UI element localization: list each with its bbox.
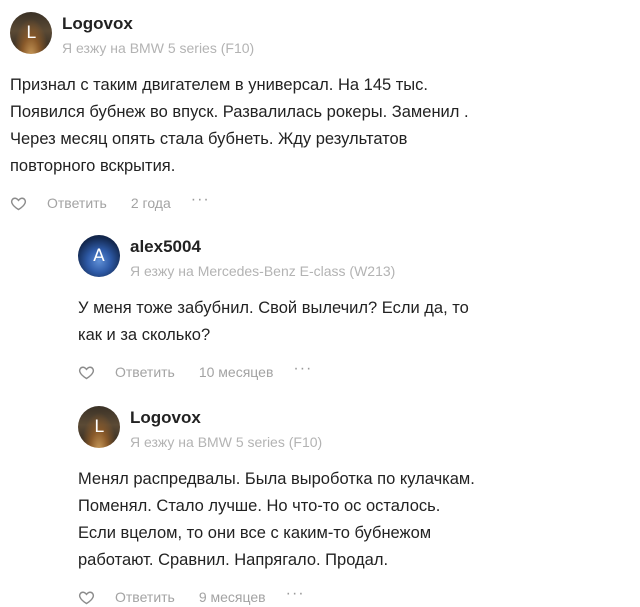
author-meta: Logovox Я езжу на BMW 5 series (F10) xyxy=(62,12,254,58)
reply-button[interactable]: Ответить xyxy=(47,195,107,211)
comment-line: работают. Сравнил. Напрягало. Продал. xyxy=(78,551,389,569)
comment-header: L Logovox Я езжу на BMW 5 series (F10) xyxy=(78,406,623,450)
comment-actions: Ответить 10 месяцев ··· xyxy=(78,360,623,382)
comment-line: Появился бубнеж во впуск. Развалилась ро… xyxy=(10,103,469,121)
comment-line: повторного вскрытия. xyxy=(10,157,176,175)
username[interactable]: Logovox xyxy=(62,13,254,35)
comment-age[interactable]: 2 года xyxy=(131,195,171,211)
comment-actions: Ответить 2 года ··· xyxy=(10,191,620,213)
author-meta: alex5004 Я езжу на Mercedes-Benz E-class… xyxy=(130,235,395,281)
avatar-letter: A xyxy=(93,246,105,266)
comment-text: Менял распредвалы. Была выроботка по кул… xyxy=(78,466,623,574)
username[interactable]: alex5004 xyxy=(130,236,395,258)
username[interactable]: Logovox xyxy=(130,407,322,429)
heart-icon[interactable] xyxy=(10,195,27,212)
car-info[interactable]: Я езжу на Mercedes-Benz E-class (W213) xyxy=(130,261,395,281)
more-dots-icon[interactable]: ··· xyxy=(286,585,305,603)
comment-line: У меня тоже забубнил. Свой вылечил? Если… xyxy=(78,299,469,317)
avatar-letter: L xyxy=(94,417,104,437)
comment-line: Поменял. Стало лучше. Но что-то ос остал… xyxy=(78,497,441,515)
author-meta: Logovox Я езжу на BMW 5 series (F10) xyxy=(130,406,322,452)
more-dots-icon[interactable]: ··· xyxy=(191,191,210,209)
comment-age[interactable]: 10 месяцев xyxy=(199,364,274,380)
comment-3: L Logovox Я езжу на BMW 5 series (F10) М… xyxy=(78,406,623,607)
comment-line: Менял распредвалы. Была выроботка по кул… xyxy=(78,470,475,488)
comment-line: Через месяц опять стала бубнеть. Жду рез… xyxy=(10,130,408,148)
reply-button[interactable]: Ответить xyxy=(115,364,175,380)
avatar-letter: L xyxy=(26,23,36,43)
comment-actions: Ответить 9 месяцев ··· xyxy=(78,585,623,607)
comment-1: L Logovox Я езжу на BMW 5 series (F10) П… xyxy=(10,12,620,213)
comment-line: как и за сколько? xyxy=(78,326,211,344)
comment-header: L Logovox Я езжу на BMW 5 series (F10) xyxy=(10,12,620,56)
comment-2: A alex5004 Я езжу на Mercedes-Benz E-cla… xyxy=(78,235,623,382)
comment-header: A alex5004 Я езжу на Mercedes-Benz E-cla… xyxy=(78,235,623,279)
more-dots-icon[interactable]: ··· xyxy=(293,360,312,378)
comment-text: У меня тоже забубнил. Свой вылечил? Если… xyxy=(78,295,623,349)
avatar[interactable]: A xyxy=(78,235,120,277)
avatar[interactable]: L xyxy=(78,406,120,448)
comment-line: Если вцелом, то они все с каким-то бубне… xyxy=(78,524,432,542)
comment-text: Признал с таким двигателем в универсал. … xyxy=(10,72,620,180)
car-info[interactable]: Я езжу на BMW 5 series (F10) xyxy=(130,432,322,452)
car-info[interactable]: Я езжу на BMW 5 series (F10) xyxy=(62,38,254,58)
heart-icon[interactable] xyxy=(78,364,95,381)
avatar[interactable]: L xyxy=(10,12,52,54)
comment-line: Признал с таким двигателем в универсал. … xyxy=(10,76,429,94)
